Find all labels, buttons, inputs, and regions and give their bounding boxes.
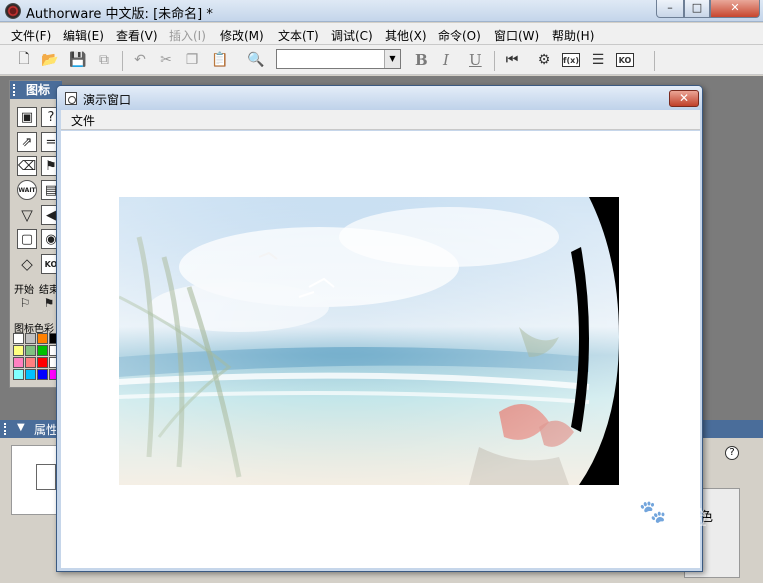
grip-icon[interactable] — [13, 84, 17, 96]
copy-icon[interactable]: ❐ — [182, 50, 202, 70]
palette-title: 图标 — [26, 83, 51, 97]
grip-icon[interactable] — [4, 423, 8, 435]
authorware-main-window: Authorware 中文版: [未命名] * – □ ✕ 文件(F) 编辑(E… — [0, 0, 763, 583]
menu-debug[interactable]: 调试(C) — [331, 27, 373, 44]
wait-icon[interactable]: WAIT — [17, 180, 37, 200]
start-flag-icon[interactable]: ⚐ — [15, 293, 35, 313]
open-folder-icon[interactable]: 📂 — [40, 50, 60, 70]
paw-icon: 🐾 — [639, 500, 667, 525]
presentation-window: 演示窗口 ✕ 文件 — [56, 85, 703, 572]
color-swatch[interactable] — [37, 357, 48, 368]
save-all-icon[interactable]: 💾 — [68, 50, 88, 70]
new-file-icon[interactable]: 🗋 — [14, 50, 34, 70]
presentation-title: 演示窗口 — [83, 93, 132, 107]
menu-command[interactable]: 命令(O) — [438, 27, 481, 44]
italic-button[interactable]: I — [443, 51, 449, 69]
baidu-watermark: Bai 🐾 经验 jingyan.baidu.com — [584, 500, 724, 560]
menu-text[interactable]: 文本(T) — [278, 27, 319, 44]
watermark-url: jingyan.baidu.com — [590, 534, 692, 547]
import-icon[interactable]: ⧉ — [94, 50, 114, 70]
cut-icon[interactable]: ✂ — [156, 50, 176, 70]
decision-icon[interactable]: ▽ — [17, 205, 37, 225]
icon-palette: 图标 ▣ ? ⇗ = ⌫ ⚑ WAIT ▤ ▽ ◀ ▢ ◉ ◇ KO 开始 结束… — [9, 80, 62, 388]
display-icon[interactable]: ▣ — [17, 107, 37, 127]
palette-header: 图标 — [10, 81, 62, 99]
menu-bar: 文件(F) 编辑(E) 查看(V) 插入(I) 修改(M) 文本(T) 调试(C… — [0, 23, 763, 45]
diamond-icon[interactable]: ◇ — [17, 254, 37, 274]
toolbar-separator — [122, 51, 123, 71]
watermark-suffix: 经验 — [667, 506, 707, 530]
properties-title: 属性 — [34, 423, 59, 437]
function-icon[interactable]: f(x) — [562, 53, 580, 67]
toolbar-separator — [494, 51, 495, 71]
watermark-brand: Bai — [584, 500, 627, 528]
knowledge-object-icon[interactable]: KO — [616, 53, 634, 67]
presentation-menu-bar: 文件 — [61, 110, 700, 130]
variable-icon[interactable]: ☰ — [588, 50, 608, 70]
undo-icon[interactable]: ↶ — [130, 50, 150, 70]
menu-help[interactable]: 帮助(H) — [552, 27, 594, 44]
window-icon — [65, 92, 77, 105]
window-title: Authorware 中文版: [未命名] * — [26, 7, 213, 22]
color-swatch[interactable] — [13, 345, 24, 356]
authorware-logo-icon — [5, 3, 21, 19]
maximize-button[interactable]: □ — [684, 0, 710, 18]
menu-file[interactable]: 文件(F) — [11, 27, 51, 44]
menu-view[interactable]: 查看(V) — [116, 27, 158, 44]
menu-modify[interactable]: 修改(M) — [220, 27, 264, 44]
find-icon[interactable]: 🔍 — [246, 50, 266, 70]
presentation-close-button[interactable]: ✕ — [669, 90, 699, 107]
menu-window[interactable]: 窗口(W) — [494, 27, 539, 44]
close-button[interactable]: ✕ — [710, 0, 760, 18]
color-swatch[interactable] — [25, 333, 36, 344]
presentation-menu-file[interactable]: 文件 — [71, 112, 95, 129]
color-swatch[interactable] — [37, 369, 48, 380]
paste-icon[interactable]: 📋 — [210, 50, 230, 70]
title-bar: Authorware 中文版: [未命名] * – □ ✕ — [0, 0, 763, 22]
erase-icon[interactable]: ⌫ — [17, 156, 37, 176]
presentation-title-bar: 演示窗口 ✕ — [57, 86, 702, 110]
collapse-arrow-icon[interactable]: ▼ — [17, 422, 25, 433]
bold-button[interactable]: B — [415, 51, 428, 69]
chevron-down-icon[interactable]: ▼ — [384, 50, 400, 68]
color-swatch[interactable] — [25, 345, 36, 356]
minimize-button[interactable]: – — [656, 0, 684, 18]
menu-insert[interactable]: 插入(I) — [169, 27, 206, 44]
color-swatch[interactable] — [37, 345, 48, 356]
color-swatch[interactable] — [37, 333, 48, 344]
color-swatch[interactable] — [13, 333, 24, 344]
color-swatch[interactable] — [13, 369, 24, 380]
help-icon[interactable]: ? — [725, 446, 739, 460]
color-swatch[interactable] — [13, 357, 24, 368]
color-swatch[interactable] — [25, 369, 36, 380]
fisheye-beach-image — [119, 197, 619, 485]
toolbar-separator — [654, 51, 655, 71]
font-combo-box[interactable]: ▼ — [276, 49, 401, 69]
restart-icon[interactable]: ⏮ — [502, 50, 522, 70]
underline-button[interactable]: U — [469, 51, 482, 69]
map-icon[interactable]: ▢ — [17, 229, 37, 249]
motion-icon[interactable]: ⇗ — [17, 132, 37, 152]
menu-other[interactable]: 其他(X) — [385, 27, 427, 44]
control-panel-icon[interactable]: ⚙ — [534, 50, 554, 70]
color-swatch[interactable] — [25, 357, 36, 368]
document-icon — [36, 464, 56, 490]
menu-edit[interactable]: 编辑(E) — [63, 27, 104, 44]
